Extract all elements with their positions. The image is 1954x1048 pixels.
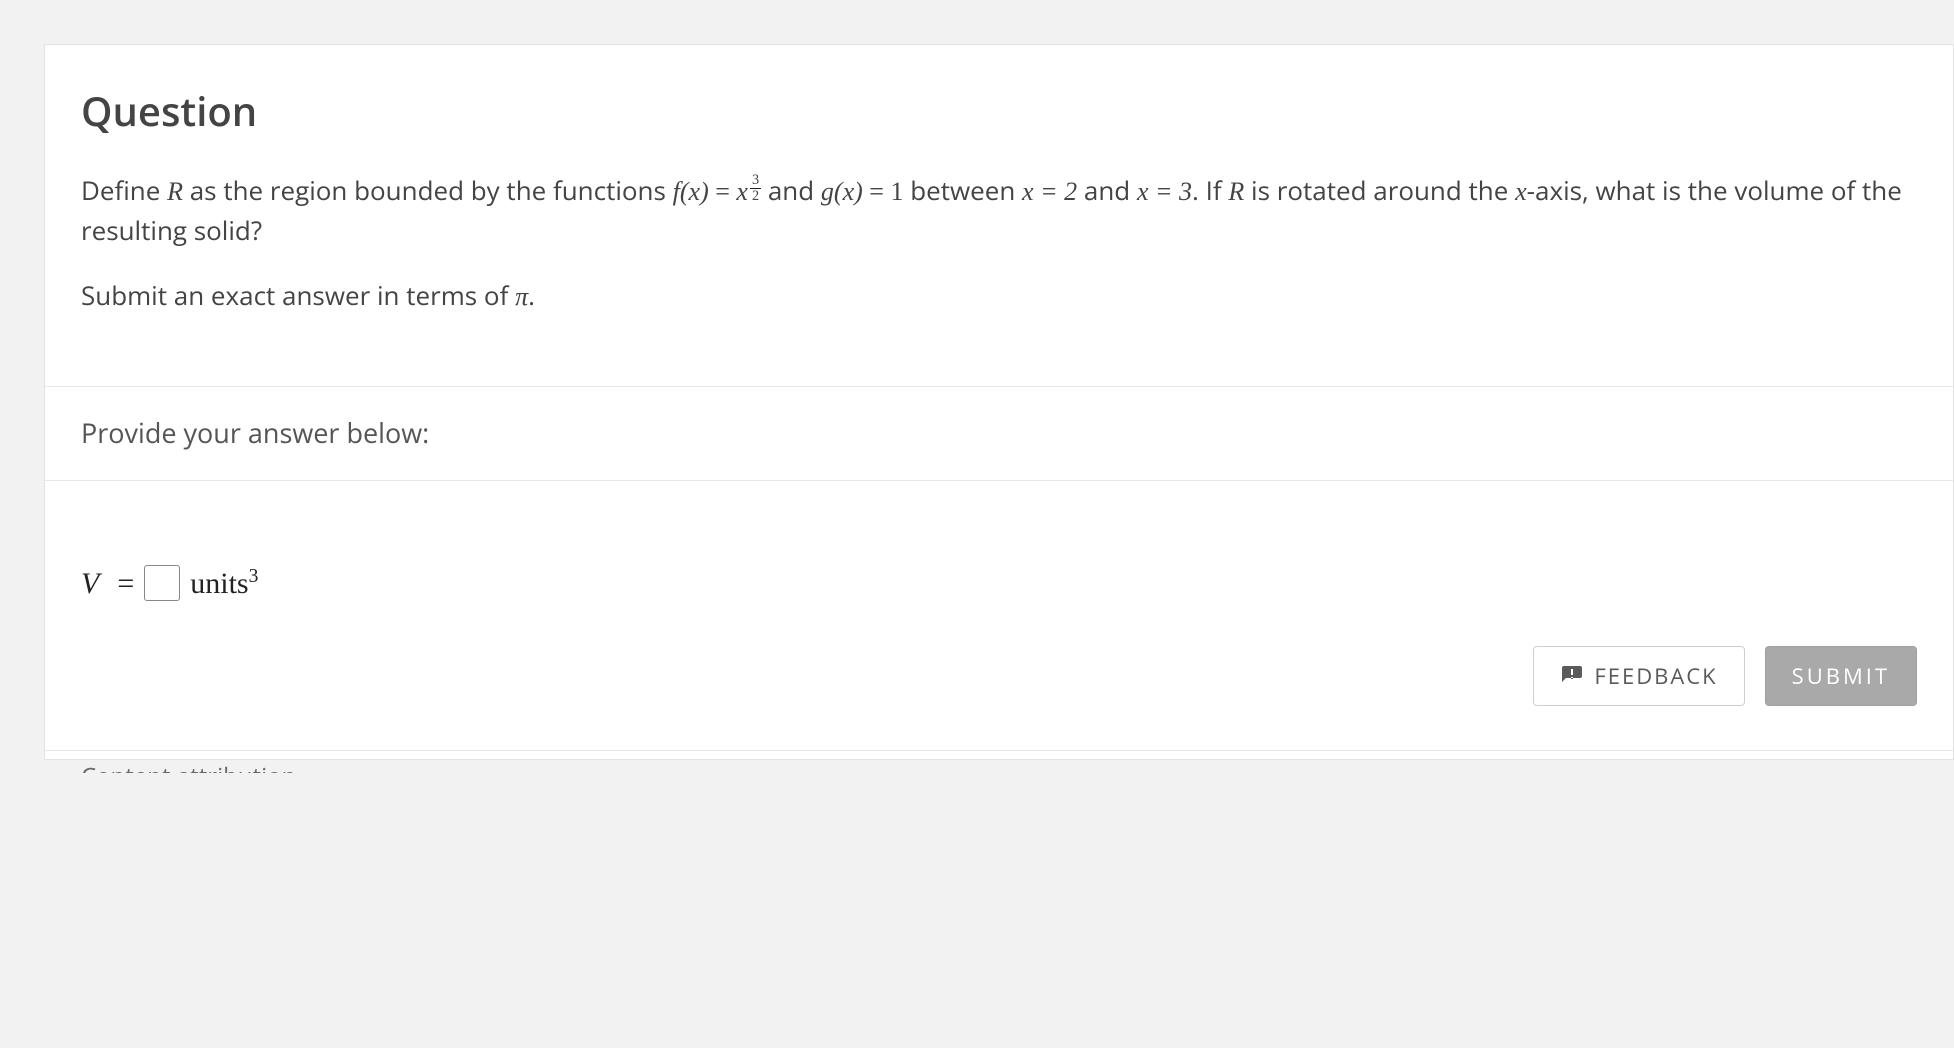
question-card: Question Define R as the region bounded …: [44, 44, 1954, 760]
answer-variable: V: [81, 561, 99, 606]
feedback-button[interactable]: FEEDBACK: [1533, 646, 1744, 706]
question-title: Question: [81, 81, 1917, 141]
feedback-icon: [1560, 664, 1584, 688]
math-R: R: [167, 177, 183, 206]
math-pi: π: [515, 282, 528, 311]
submit-button[interactable]: SUBMIT: [1765, 646, 1917, 706]
math-fx: f(x): [673, 177, 709, 206]
math-x: x: [736, 177, 748, 206]
answer-line: V = units3: [81, 561, 1917, 606]
prompt-label: Provide your answer below:: [81, 413, 1917, 454]
button-row: FEEDBACK SUBMIT: [45, 626, 1953, 736]
math-x2: x = 3: [1137, 177, 1192, 206]
content-attribution: Content attribution: [45, 750, 1953, 773]
math-x1: x = 2: [1022, 177, 1077, 206]
submit-label: SUBMIT: [1792, 661, 1890, 691]
math-gx: g(x): [821, 177, 863, 206]
answer-units: units3: [190, 561, 258, 606]
feedback-label: FEEDBACK: [1594, 661, 1717, 691]
question-instruction: Submit an exact answer in terms of π.: [81, 276, 1917, 316]
question-text: Define R as the region bounded by the fu…: [81, 171, 1917, 250]
question-section: Question Define R as the region bounded …: [45, 45, 1953, 386]
prompt-section: Provide your answer below:: [45, 387, 1953, 480]
answer-section: V = units3: [45, 481, 1953, 626]
question-body: Define R as the region bounded by the fu…: [81, 171, 1917, 316]
answer-input[interactable]: [144, 565, 180, 601]
answer-equals: =: [117, 561, 134, 606]
math-exponent-fraction: 32: [750, 173, 761, 203]
